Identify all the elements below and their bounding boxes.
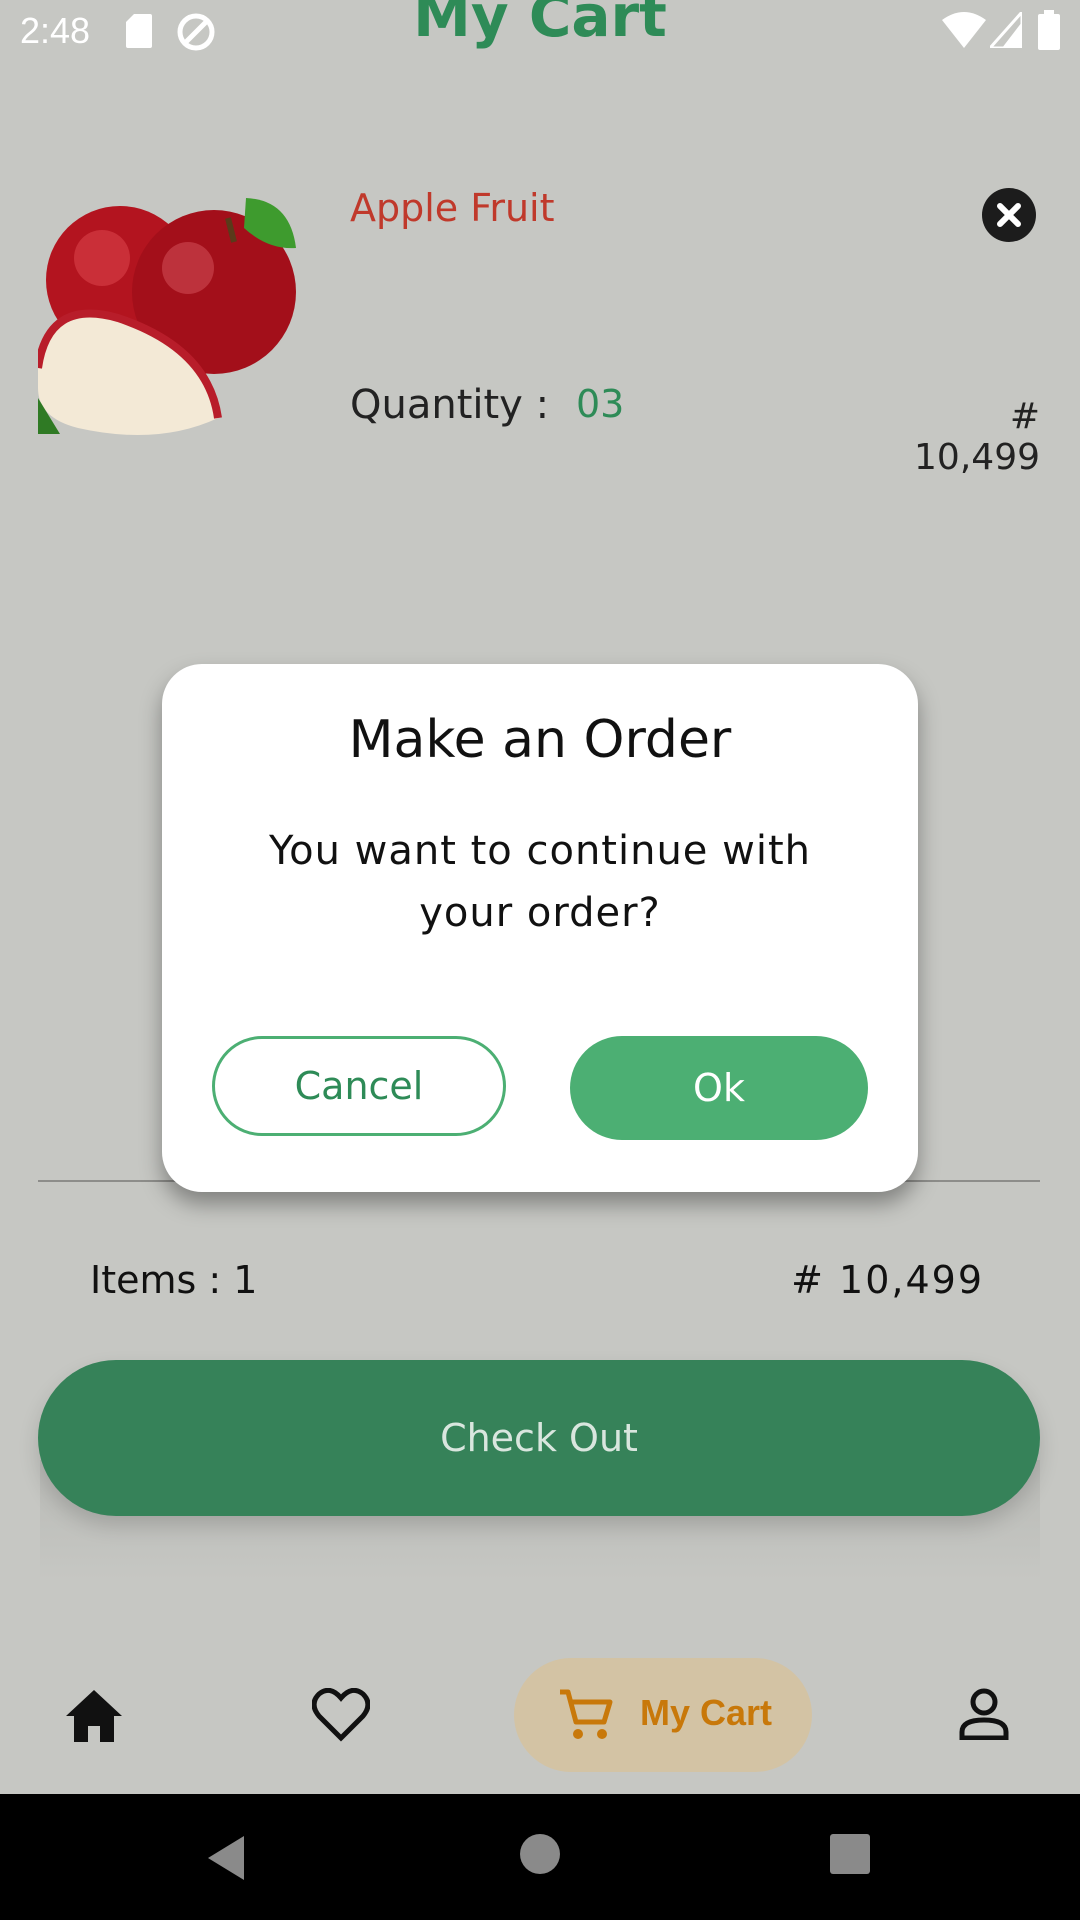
home-icon[interactable] — [66, 1690, 122, 1742]
heart-icon[interactable] — [312, 1688, 370, 1742]
apple-image — [38, 188, 302, 444]
checkout-button[interactable]: Check Out — [38, 1360, 1040, 1516]
close-icon — [997, 203, 1021, 227]
items-count: Items : 1 — [90, 1258, 258, 1302]
quantity-label: Quantity : — [350, 382, 550, 428]
total-price: # 10,499 — [791, 1258, 984, 1302]
ok-button[interactable]: Ok — [570, 1036, 868, 1140]
item-price: # 10,499 — [914, 396, 1040, 478]
order-dialog: Make an Order You want to continue with … — [162, 664, 918, 1192]
home-circle-icon[interactable] — [520, 1834, 560, 1874]
quantity-value: 03 — [576, 382, 625, 426]
bottom-nav: My Cart — [0, 1640, 1080, 1794]
system-nav-bar — [0, 1794, 1080, 1920]
cancel-button[interactable]: Cancel — [212, 1036, 506, 1136]
nav-item-my-cart[interactable]: My Cart — [514, 1658, 812, 1772]
page-title: My Cart — [413, 0, 667, 50]
recents-icon[interactable] — [830, 1834, 870, 1874]
dialog-title: Make an Order — [348, 710, 732, 770]
cart-icon — [560, 1689, 613, 1739]
profile-icon[interactable] — [958, 1688, 1010, 1740]
back-icon[interactable] — [204, 1834, 252, 1882]
dialog-message: You want to continue with your order? — [268, 828, 811, 936]
nav-cart-label: My Cart — [640, 1692, 773, 1733]
remove-item-button[interactable] — [982, 188, 1036, 242]
item-name: Apple Fruit — [350, 186, 555, 230]
